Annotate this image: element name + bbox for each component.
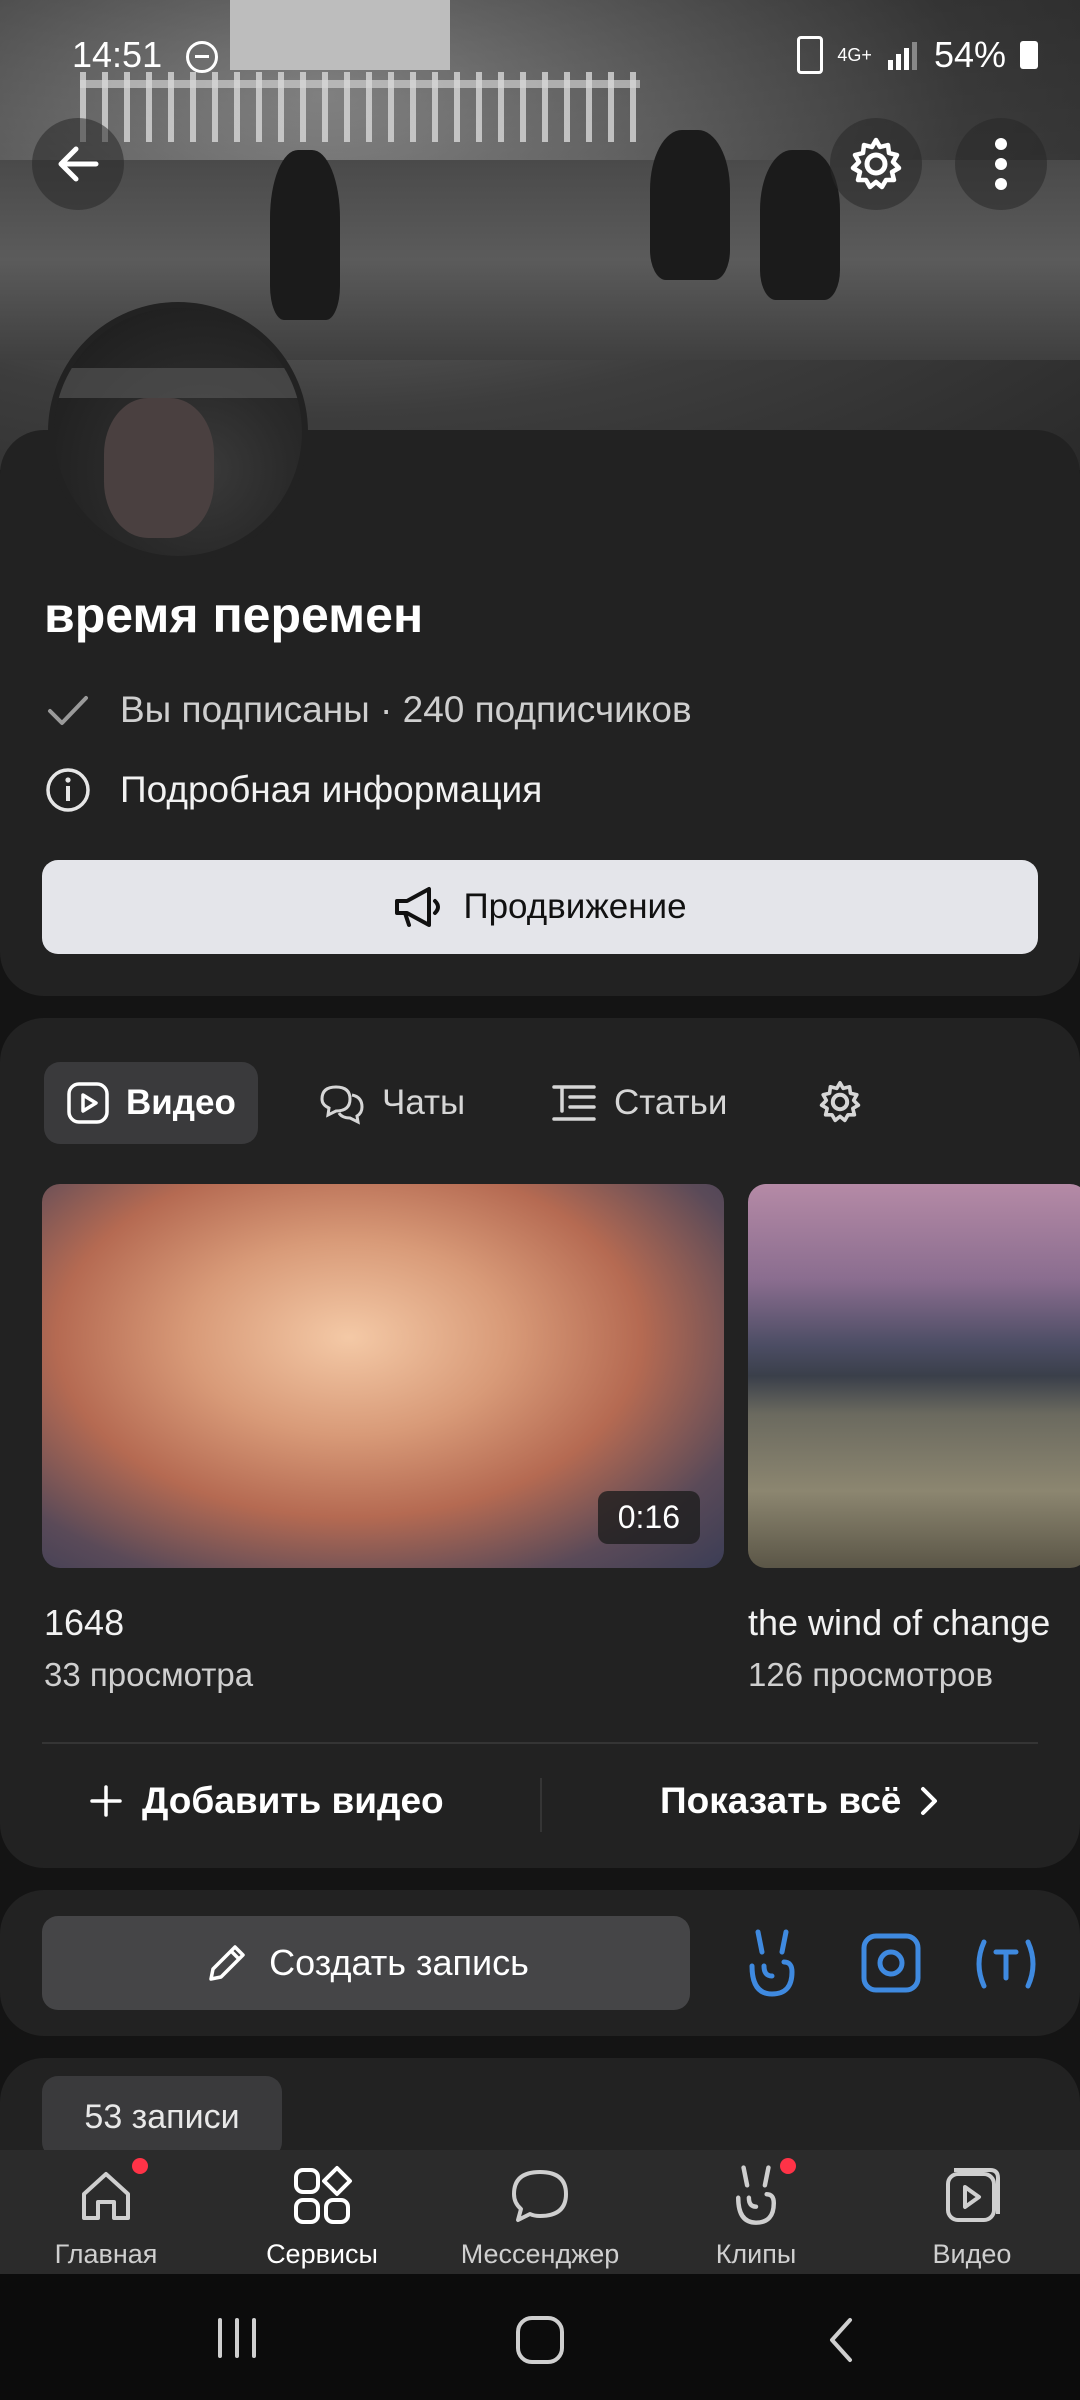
- video-title[interactable]: the wind of change: [748, 1602, 1050, 1644]
- cover-figure: [270, 150, 340, 320]
- cover-fence: [80, 72, 640, 142]
- settings-button[interactable]: [830, 118, 922, 210]
- clips-icon: [736, 2165, 777, 2225]
- tabs-settings-button[interactable]: [816, 1078, 864, 1131]
- divider: [42, 1742, 1038, 1744]
- tab-articles-label: Статьи: [614, 1083, 728, 1122]
- tab-chats-label: Чаты: [382, 1083, 466, 1122]
- gear-icon: [819, 1081, 861, 1123]
- video-duration: 0:16: [597, 1491, 700, 1544]
- back-arrow-icon: [58, 146, 99, 182]
- broadcast-icon: [976, 1939, 1036, 1989]
- more-vertical-icon: [995, 138, 1007, 190]
- battery-saver-icon: [797, 36, 824, 74]
- nav-clips[interactable]: Клипы: [656, 2164, 856, 2270]
- cover-figure: [760, 150, 840, 300]
- avatar[interactable]: [48, 302, 308, 562]
- status-right: 4G+ 54%: [797, 34, 1038, 76]
- nav-video-label: Видео: [932, 2239, 1012, 2269]
- nav-services[interactable]: Сервисы: [222, 2164, 422, 2270]
- tab-video-label: Видео: [126, 1083, 236, 1122]
- nav-home[interactable]: Главная: [6, 2164, 206, 2270]
- chat-bubbles-icon: [320, 1085, 364, 1125]
- dnd-icon: [186, 41, 219, 74]
- tab-video[interactable]: Видео: [44, 1062, 258, 1144]
- show-all-label: Показать всё: [660, 1780, 902, 1821]
- more-button[interactable]: [955, 118, 1047, 210]
- tab-articles[interactable]: Статьи: [528, 1062, 749, 1144]
- cover-figure: [650, 130, 730, 280]
- network-type: 4G+: [837, 45, 872, 65]
- video-icon: [946, 2168, 1000, 2222]
- home-icon: [82, 2172, 130, 2220]
- plus-icon: [90, 1785, 122, 1817]
- divider: [540, 1778, 542, 1832]
- battery-icon: [1020, 41, 1038, 69]
- messenger-icon: [512, 2170, 568, 2222]
- clip-button[interactable]: [742, 1928, 802, 2005]
- article-lines-icon: [552, 1085, 596, 1121]
- video-thumbnail[interactable]: [748, 1184, 1080, 1568]
- back-button[interactable]: [32, 118, 124, 210]
- promote-label: Продвижение: [463, 887, 687, 926]
- subscribers-text: Вы подписаны · 240 подписчиков: [120, 689, 692, 730]
- info-link: Подробная информация: [120, 769, 543, 810]
- video-views: 33 просмотра: [44, 1656, 254, 1693]
- create-post-label: Создать запись: [269, 1942, 529, 1983]
- nav-messenger-label: Мессенджер: [460, 2239, 620, 2269]
- page-title: время перемен: [44, 587, 424, 643]
- signal-icon: [887, 42, 917, 70]
- play-square-icon: [67, 1082, 109, 1124]
- services-grid-icon: [294, 2166, 352, 2224]
- battery-percent: 54%: [933, 34, 1006, 75]
- add-video-button[interactable]: Добавить видео: [86, 1780, 444, 1822]
- story-button[interactable]: [860, 1932, 922, 1999]
- nav-clips-label: Клипы: [715, 2239, 797, 2269]
- tab-chats[interactable]: Чаты: [296, 1062, 487, 1144]
- promote-button[interactable]: Продвижение: [42, 860, 1038, 954]
- info-row[interactable]: Подробная информация: [44, 766, 542, 814]
- gear-icon: [850, 137, 902, 190]
- system-nav-bar: [0, 2274, 1080, 2400]
- pencil-icon: [209, 1945, 245, 1981]
- bottom-nav: Главная Сервисы Мессенджер Клипы Видео: [0, 2150, 1080, 2274]
- camera-square-icon: [861, 1933, 921, 1993]
- cover-house: [230, 0, 450, 70]
- check-icon: [48, 696, 88, 725]
- nav-services-label: Сервисы: [266, 2239, 378, 2269]
- video-thumbnail[interactable]: 0:16: [42, 1184, 724, 1568]
- posts-count[interactable]: 53 записи: [42, 2076, 282, 2158]
- add-video-label: Добавить видео: [142, 1780, 444, 1821]
- chevron-right-icon: [921, 1787, 938, 1815]
- subscribed-row[interactable]: Вы подписаны · 240 подписчиков: [44, 686, 692, 734]
- home-badge: [132, 2158, 148, 2174]
- live-button[interactable]: [970, 1934, 1042, 1999]
- video-views: 126 просмотров: [748, 1656, 993, 1693]
- video-title[interactable]: 1648: [44, 1602, 124, 1644]
- back-nav-icon[interactable]: [822, 2316, 862, 2364]
- nav-home-label: Главная: [54, 2239, 158, 2269]
- nav-video[interactable]: Видео: [872, 2164, 1072, 2270]
- home-nav-icon[interactable]: [514, 2314, 566, 2366]
- create-post-button[interactable]: Создать запись: [42, 1916, 690, 2010]
- clips-badge: [780, 2158, 796, 2174]
- status-time: 14:51: [72, 34, 219, 76]
- nav-messenger[interactable]: Мессенджер: [440, 2164, 640, 2270]
- info-icon: [46, 768, 90, 812]
- clips-icon: [749, 1929, 795, 1997]
- megaphone-icon: [395, 887, 441, 927]
- recent-apps-icon[interactable]: [212, 2316, 262, 2360]
- show-all-button[interactable]: Показать всё: [660, 1780, 941, 1822]
